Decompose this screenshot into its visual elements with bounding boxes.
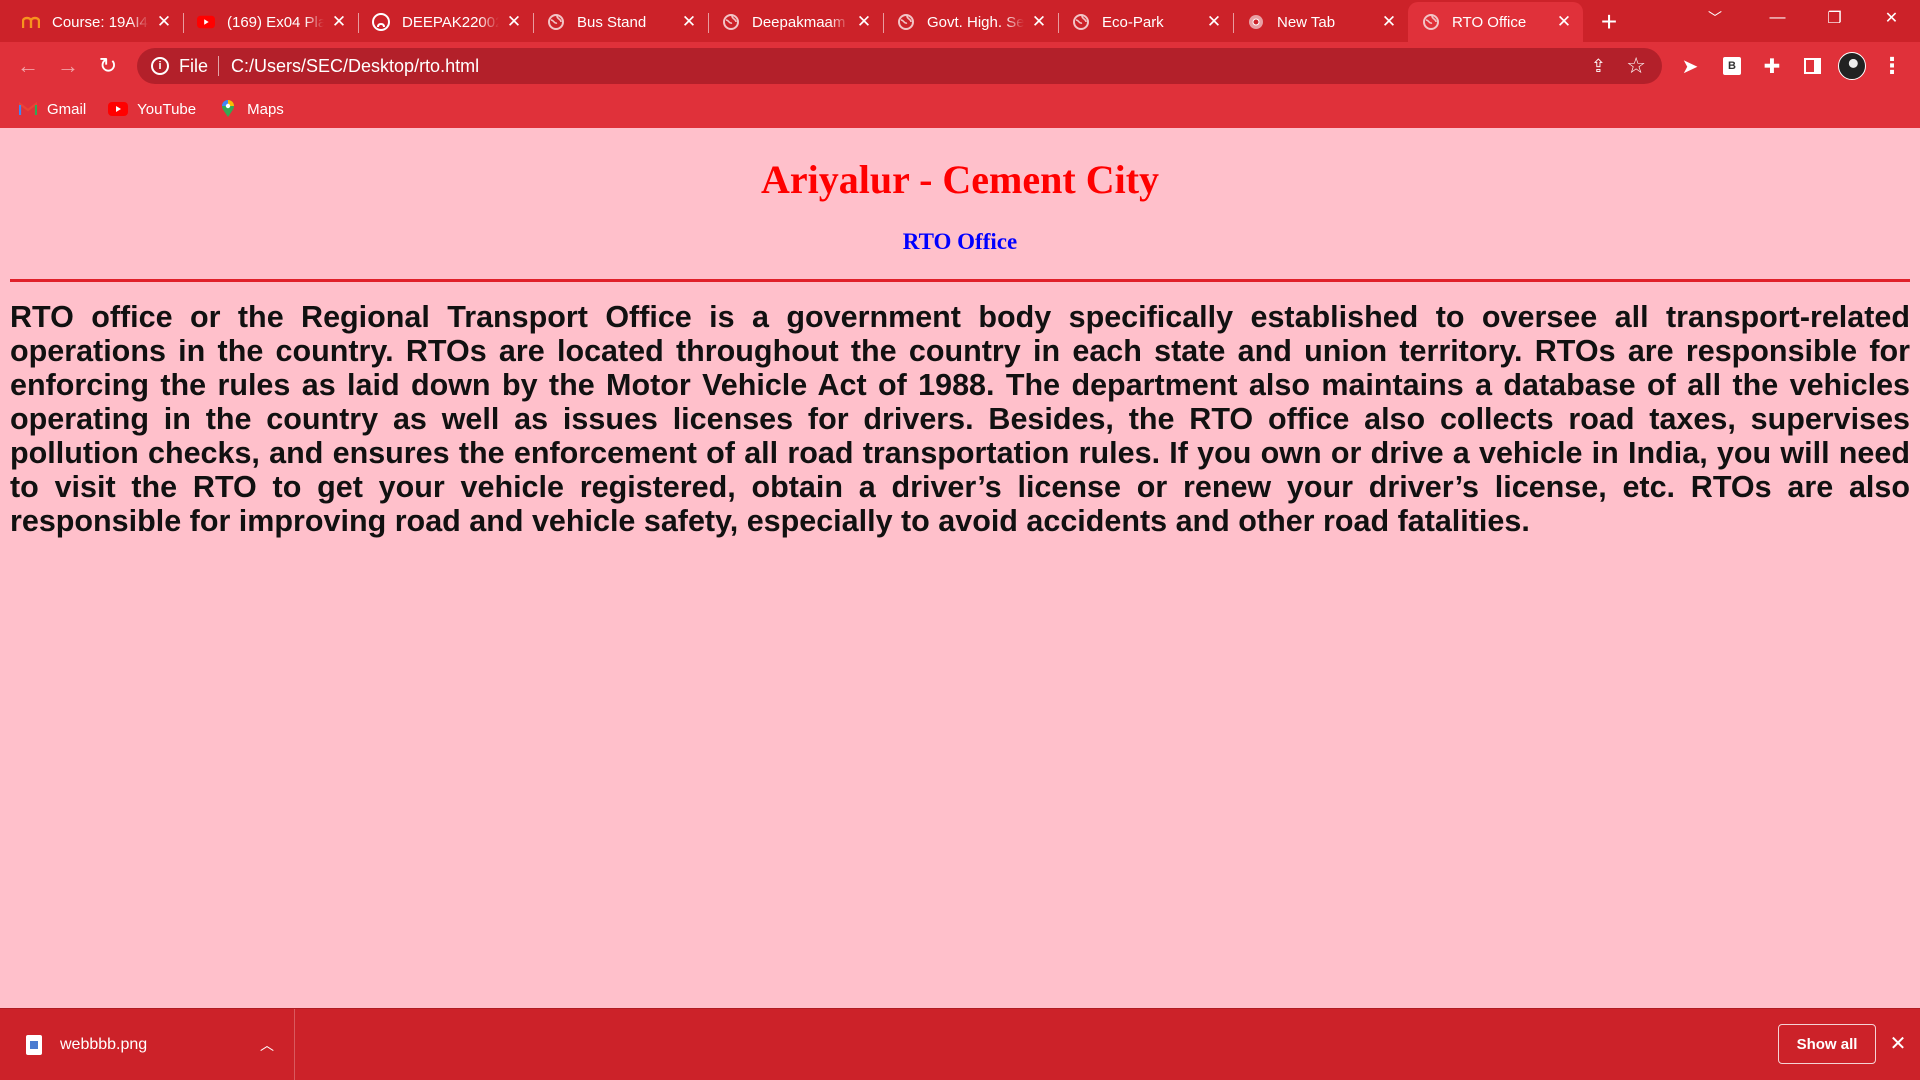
profile-avatar[interactable] bbox=[1836, 50, 1868, 82]
bookmark-label: Maps bbox=[247, 100, 284, 118]
tab-github[interactable]: DEEPAK22002 ✕ bbox=[358, 2, 533, 42]
close-icon[interactable]: ✕ bbox=[330, 12, 348, 31]
tab-youtube[interactable]: (169) Ex04 Pla ✕ bbox=[183, 2, 358, 42]
url-scheme: File bbox=[179, 56, 220, 76]
close-icon[interactable]: ✕ bbox=[1380, 12, 1398, 31]
tab-title: Eco-Park bbox=[1102, 13, 1164, 31]
page-viewport: Ariyalur - Cement City RTO Office RTO of… bbox=[0, 128, 1920, 1008]
close-icon[interactable]: ✕ bbox=[155, 12, 173, 31]
github-icon bbox=[372, 13, 390, 31]
globe-icon bbox=[547, 13, 565, 31]
page-subtitle: RTO Office bbox=[902, 229, 1018, 254]
gmail-icon bbox=[18, 101, 38, 117]
chrome-icon bbox=[1247, 13, 1265, 31]
tab-title: Course: 19AI4 bbox=[52, 13, 148, 31]
close-icon[interactable]: ✕ bbox=[1886, 1031, 1910, 1055]
tab-bus-stand[interactable]: Bus Stand ✕ bbox=[533, 2, 708, 42]
kebab-menu-icon[interactable]: ⋮ bbox=[1876, 50, 1908, 82]
bookmark-label: YouTube bbox=[137, 100, 197, 118]
chevron-up-icon[interactable]: ︿ bbox=[252, 1035, 282, 1055]
tab-title: Deepakmaam bbox=[752, 13, 846, 31]
cursor-extension-icon[interactable]: ➤ bbox=[1674, 50, 1706, 82]
window-controls: — ❐ ✕ bbox=[1749, 0, 1920, 36]
browser-toolbar: ← → ↻ i File C:/Users/SEC/Desktop/rto.ht… bbox=[0, 42, 1920, 90]
forward-arrow-icon[interactable]: → bbox=[48, 46, 88, 86]
tab-strip: Course: 19AI4 ✕ (169) Ex04 Pla ✕ DEEPAK2… bbox=[0, 0, 1920, 42]
new-tab-button[interactable]: + bbox=[1591, 4, 1627, 40]
bookmarks-bar: Gmail YouTube Maps bbox=[0, 90, 1920, 128]
globe-icon bbox=[1072, 13, 1090, 31]
tab-title: Govt. High. Se bbox=[927, 13, 1024, 31]
bookmark-star-icon[interactable]: ☆ bbox=[1626, 53, 1646, 79]
tab-title: RTO Office bbox=[1452, 13, 1527, 31]
side-panel-icon[interactable] bbox=[1796, 50, 1828, 82]
back-arrow-icon[interactable]: ← bbox=[8, 46, 48, 86]
maps-icon bbox=[218, 100, 238, 117]
restore-button[interactable]: ❐ bbox=[1806, 0, 1863, 36]
page-title: Ariyalur - Cement City bbox=[760, 157, 1160, 202]
url-text[interactable]: C:/Users/SEC/Desktop/rto.html bbox=[231, 56, 479, 77]
address-bar[interactable]: i File C:/Users/SEC/Desktop/rto.html ⇪ ☆ bbox=[137, 48, 1662, 84]
divider bbox=[10, 279, 1910, 282]
download-item[interactable]: webbbb.png ︿ bbox=[0, 1009, 295, 1080]
tab-search-chevron-icon[interactable]: ﹀ bbox=[1700, 8, 1730, 28]
image-file-icon bbox=[26, 1035, 42, 1055]
window-close-button[interactable]: ✕ bbox=[1863, 0, 1920, 36]
close-icon[interactable]: ✕ bbox=[505, 12, 523, 31]
tab-deepakmaam[interactable]: Deepakmaam ✕ bbox=[708, 2, 883, 42]
tab-rto-office[interactable]: RTO Office ✕ bbox=[1408, 2, 1583, 42]
share-icon[interactable]: ⇪ bbox=[1591, 56, 1606, 77]
bookmark-youtube[interactable]: YouTube bbox=[108, 101, 196, 118]
tab-title: (169) Ex04 Pla bbox=[227, 13, 324, 31]
extensions-puzzle-icon[interactable]: ✚ bbox=[1756, 50, 1788, 82]
info-icon[interactable]: i bbox=[151, 57, 169, 75]
download-file-name: webbbb.png bbox=[60, 1036, 148, 1053]
globe-icon bbox=[1422, 13, 1440, 31]
bookmark-gmail[interactable]: Gmail bbox=[18, 101, 86, 118]
globe-icon bbox=[897, 13, 915, 31]
tab-title: DEEPAK22002 bbox=[402, 13, 499, 31]
minimize-button[interactable]: — bbox=[1749, 0, 1806, 36]
tab-course[interactable]: Course: 19AI4 ✕ bbox=[8, 2, 183, 42]
close-icon[interactable]: ✕ bbox=[1555, 12, 1573, 31]
tab-list: Course: 19AI4 ✕ (169) Ex04 Pla ✕ DEEPAK2… bbox=[0, 2, 1583, 42]
tab-govt-high-school[interactable]: Govt. High. Se ✕ bbox=[883, 2, 1058, 42]
close-icon[interactable]: ✕ bbox=[855, 12, 873, 31]
tab-new-tab[interactable]: New Tab ✕ bbox=[1233, 2, 1408, 42]
youtube-icon bbox=[197, 13, 215, 31]
show-all-button[interactable]: Show all bbox=[1778, 1024, 1876, 1064]
body-paragraph: RTO office or the Regional Transport Off… bbox=[10, 300, 1910, 538]
close-icon[interactable]: ✕ bbox=[1205, 12, 1223, 31]
tab-eco-park[interactable]: Eco-Park ✕ bbox=[1058, 2, 1233, 42]
reload-icon[interactable]: ↻ bbox=[88, 46, 128, 86]
close-icon[interactable]: ✕ bbox=[680, 12, 698, 31]
close-icon[interactable]: ✕ bbox=[1030, 12, 1048, 31]
download-shelf: webbbb.png ︿ Show all ✕ bbox=[0, 1008, 1920, 1080]
tab-title: New Tab bbox=[1277, 13, 1336, 31]
moodle-icon bbox=[22, 13, 40, 31]
tab-title: Bus Stand bbox=[577, 13, 647, 31]
b-extension-icon[interactable]: B bbox=[1716, 50, 1748, 82]
bookmark-maps[interactable]: Maps bbox=[218, 100, 284, 118]
globe-icon bbox=[722, 13, 740, 31]
bookmark-label: Gmail bbox=[47, 100, 87, 118]
youtube-icon bbox=[108, 101, 129, 117]
